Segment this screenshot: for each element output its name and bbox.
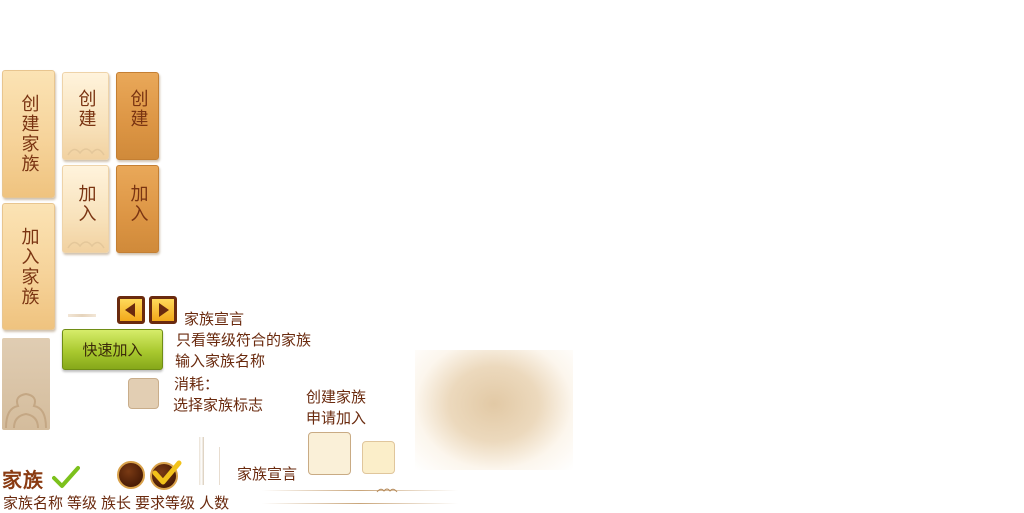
ornament-line-bottom bbox=[262, 503, 458, 504]
column-level: 等级 bbox=[67, 494, 98, 512]
choose-family-emblem-label: 选择家族标志 bbox=[173, 396, 264, 414]
join-tab[interactable]: 加入 bbox=[62, 165, 109, 253]
create-tab-active-label: 创建 bbox=[127, 89, 149, 129]
quick-join-label: 快速加入 bbox=[82, 341, 143, 359]
apply-join-label[interactable]: 申请加入 bbox=[306, 407, 366, 428]
only-matching-level-label[interactable]: 只看等级符合的家族 bbox=[176, 329, 311, 350]
cloud-ornament-icon bbox=[66, 241, 105, 249]
arrow-left-icon bbox=[125, 303, 135, 317]
family-declaration-label: 家族宣言 bbox=[184, 310, 245, 328]
arrow-right-icon bbox=[159, 303, 169, 317]
family-declaration-bottom-label: 家族宣言 bbox=[237, 465, 298, 483]
hall-background-image bbox=[415, 350, 573, 470]
check-icon bbox=[52, 466, 80, 488]
create-tab-label: 创建 bbox=[75, 89, 97, 129]
table-header: 家族名称 等级 族长 要求等级 人数 bbox=[3, 492, 229, 512]
family-title: 家族 bbox=[2, 468, 44, 492]
radio-checked-icon[interactable] bbox=[150, 460, 182, 490]
emblem-preview-small bbox=[362, 441, 395, 474]
column-leader: 族长 bbox=[101, 494, 132, 512]
vertical-divider-thin bbox=[219, 447, 220, 485]
join-tab-label: 加入 bbox=[75, 184, 97, 224]
ornament-line bbox=[262, 490, 458, 491]
join-tab-active[interactable]: 加入 bbox=[116, 165, 159, 253]
radio-unchecked-icon[interactable] bbox=[117, 461, 145, 489]
cloud-pattern-icon bbox=[5, 392, 47, 429]
column-required-level: 要求等级 bbox=[135, 494, 196, 512]
cloud-ornament-icon bbox=[66, 148, 105, 156]
join-family-tab[interactable]: 加入家族 bbox=[2, 203, 55, 330]
create-family-label[interactable]: 创建家族 bbox=[306, 386, 366, 407]
gold-check-icon bbox=[152, 460, 182, 485]
create-tab[interactable]: 创建 bbox=[62, 72, 109, 160]
column-family-name: 家族名称 bbox=[3, 494, 64, 512]
input-family-name-label: 输入家族名称 bbox=[175, 352, 266, 370]
create-family-tab-label: 创建家族 bbox=[18, 94, 40, 174]
emblem-slot[interactable] bbox=[128, 378, 159, 409]
ornament-flourish-icon bbox=[376, 488, 398, 493]
cost-label: 消耗： bbox=[174, 375, 220, 393]
prev-page-button[interactable] bbox=[117, 296, 145, 324]
join-tab-active-label: 加入 bbox=[127, 184, 149, 224]
emblem-preview-large bbox=[308, 432, 351, 475]
next-page-button[interactable] bbox=[149, 296, 177, 324]
create-family-tab[interactable]: 创建家族 bbox=[2, 70, 55, 198]
column-members: 人数 bbox=[199, 494, 230, 512]
vertical-divider bbox=[199, 437, 204, 485]
quick-join-button[interactable]: 快速加入 bbox=[62, 329, 163, 370]
join-family-tab-label: 加入家族 bbox=[18, 226, 40, 307]
decorative-panel bbox=[2, 338, 50, 430]
create-tab-active[interactable]: 创建 bbox=[116, 72, 159, 160]
divider bbox=[68, 314, 96, 317]
